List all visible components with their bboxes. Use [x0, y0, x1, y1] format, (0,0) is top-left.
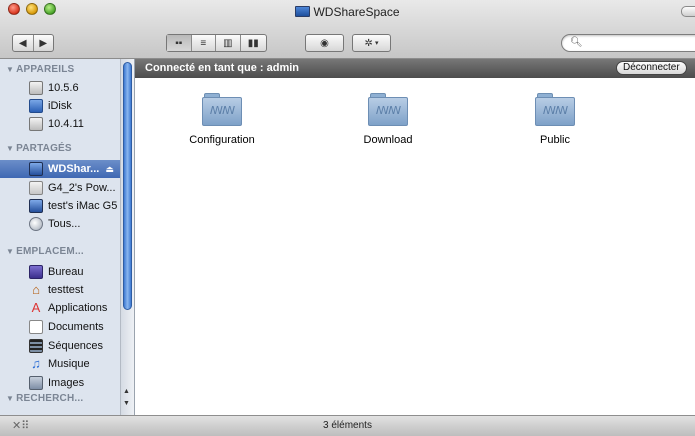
finder-window: WDShareSpace ◀ ▶ ▪▪ ≡ ▥ ▮▮ ◉ ✲ ▾ 🔍︎ ▼ APPA…: [0, 0, 695, 436]
document-icon: [29, 320, 43, 334]
pictures-icon: [29, 376, 43, 390]
sidebar-item-images[interactable]: Images: [0, 374, 120, 392]
sidebar-item-idisk[interactable]: iDisk: [0, 97, 120, 115]
connection-bar: Connecté en tant que : admin Déconnecter: [135, 59, 695, 78]
sidebar-section-places[interactable]: ▼ EMPLACEM...: [6, 246, 84, 257]
shared-folder-icon: ꟿꟿ: [368, 90, 408, 126]
disk-icon: [29, 117, 43, 131]
window-title: WDShareSpace: [0, 5, 695, 19]
monitor-icon: [295, 6, 311, 17]
icon-view-icon[interactable]: ▪▪: [167, 35, 192, 51]
eye-icon: ◉: [320, 37, 329, 49]
music-icon: ♫: [31, 356, 41, 371]
view-mode-control: ▪▪ ≡ ▥ ▮▮: [166, 34, 267, 52]
sidebar-item-g4-pow[interactable]: G4_2's Pow...: [0, 179, 120, 197]
generic-computer-icon: [29, 181, 43, 195]
sidebar-section-shared[interactable]: ▼ PARTAGÉS: [6, 143, 72, 154]
disclosure-triangle-icon: ▼: [6, 394, 15, 403]
desktop-icon: [29, 265, 43, 279]
shared-folder-icon: ꟿꟿ: [202, 90, 242, 126]
search-icon: 🔍︎: [570, 37, 583, 48]
sidebar-item-musique[interactable]: ♫ Musique: [0, 355, 120, 373]
coverflow-view-icon[interactable]: ▮▮: [241, 35, 266, 51]
home-icon: ⌂: [32, 282, 40, 297]
sidebar-item-home[interactable]: ⌂ testtest: [0, 281, 120, 299]
column-view-icon[interactable]: ▥: [216, 35, 241, 51]
sidebar-item-wdsharespace[interactable]: WDShar... ⏏: [0, 160, 120, 178]
sidebar-item-applications[interactable]: A Applications: [0, 299, 120, 317]
title-toolbar: WDShareSpace ◀ ▶ ▪▪ ≡ ▥ ▮▮ ◉ ✲ ▾ 🔍︎: [0, 0, 695, 59]
disclosure-triangle-icon: ▼: [6, 247, 15, 256]
applications-icon: A: [31, 300, 41, 315]
chevron-down-icon: ▾: [374, 40, 379, 47]
sidebar-item-disk-1056[interactable]: 10.5.6: [0, 79, 120, 97]
back-arrow-icon[interactable]: ◀: [13, 35, 34, 51]
disconnect-button[interactable]: Déconnecter: [616, 61, 687, 75]
idisk-icon: [29, 99, 43, 113]
sidebar-section-search[interactable]: ▼ RECHERCH...: [6, 393, 83, 404]
network-globe-icon: [29, 217, 43, 231]
sidebar-item-bureau[interactable]: Bureau: [0, 263, 120, 281]
item-count: 3 éléments: [323, 420, 372, 431]
sidebar-item-test-imac[interactable]: test's iMac G5: [0, 197, 120, 215]
disclosure-triangle-icon: ▼: [6, 65, 15, 74]
sidebar-item-all-network[interactable]: Tous...: [0, 215, 120, 233]
file-item-download[interactable]: ꟿꟿ Download: [328, 90, 448, 146]
action-menu-button[interactable]: ✲ ▾: [352, 34, 391, 52]
disk-icon: [29, 81, 43, 95]
monitor-icon: [29, 162, 43, 176]
connection-status: Connecté en tant que : admin: [145, 62, 300, 74]
sidebar-scrollbar[interactable]: ▲ ▼: [120, 59, 134, 415]
sidebar-item-documents[interactable]: Documents: [0, 318, 120, 336]
disclosure-triangle-icon: ▼: [6, 144, 15, 153]
gear-icon: ✲: [364, 37, 373, 49]
sidebar-section-devices[interactable]: ▼ APPAREILS: [6, 64, 74, 75]
eject-icon[interactable]: ⏏: [105, 164, 114, 175]
forward-arrow-icon[interactable]: ▶: [34, 35, 54, 51]
file-area: ꟿꟿ Configuration ꟿꟿ Download ꟿꟿ Public: [135, 78, 695, 415]
list-view-icon[interactable]: ≡: [192, 35, 217, 51]
search-input[interactable]: 🔍︎: [561, 34, 695, 52]
scroll-up-arrow-icon[interactable]: ▲: [123, 388, 130, 395]
file-item-public[interactable]: ꟿꟿ Public: [495, 90, 615, 146]
film-icon: [29, 339, 43, 353]
quick-look-button[interactable]: ◉: [305, 34, 344, 52]
sidebar-item-disk-10411[interactable]: 10.4.11: [0, 115, 120, 133]
toolbar-toggle-button[interactable]: [681, 6, 695, 17]
monitor-icon: [29, 199, 43, 213]
scrollbar-thumb[interactable]: [123, 62, 132, 310]
file-item-configuration[interactable]: ꟿꟿ Configuration: [162, 90, 282, 146]
scroll-down-arrow-icon[interactable]: ▼: [123, 400, 130, 407]
status-bar: ✕⠿ 3 éléments: [0, 415, 695, 436]
shared-folder-icon: ꟿꟿ: [535, 90, 575, 126]
sidebar-item-sequences[interactable]: Séquences: [0, 337, 120, 355]
sidebar: ▼ APPAREILS 10.5.6 iDisk 10.4.11 ▼ PARTAGÉ…: [0, 59, 135, 415]
back-forward-control: ◀ ▶: [12, 34, 54, 52]
